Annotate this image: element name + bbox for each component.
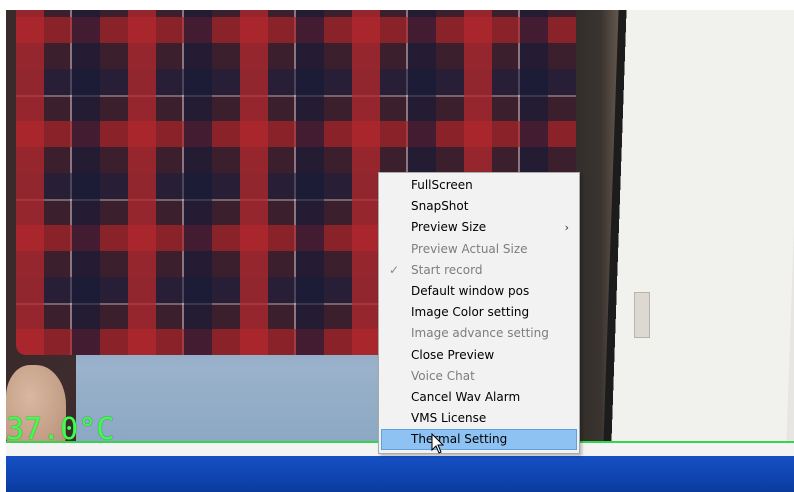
menu-item-fullscreen[interactable]: FullScreen	[379, 175, 579, 196]
taskbar[interactable]	[6, 456, 794, 492]
menu-item-vms-license[interactable]: VMS License	[379, 408, 579, 429]
menu-item-preview-size[interactable]: Preview Size ›	[379, 217, 579, 238]
mouse-pointer-icon	[431, 433, 445, 454]
menu-item-snapshot[interactable]: SnapShot	[379, 196, 579, 217]
chevron-right-icon: ›	[564, 221, 569, 235]
menu-item-preview-actual-size: Preview Actual Size	[411, 241, 528, 256]
menu-item-start-record: ✓ Start record	[379, 260, 579, 281]
menu-item-close-preview[interactable]: Close Preview	[379, 345, 579, 366]
temperature-readout: 37.0°C	[6, 412, 115, 442]
menu-item-image-color-setting[interactable]: Image Color setting	[379, 302, 579, 323]
context-menu: FullScreen SnapShot Preview Size › Previe…	[378, 172, 580, 454]
menu-item-thermal-setting[interactable]: Thermal Setting	[381, 429, 577, 451]
menu-item-image-advance-setting: Image advance setting	[411, 326, 549, 341]
light-switch	[634, 292, 650, 338]
wall	[603, 10, 794, 442]
menu-item-default-window-pos[interactable]: Default window pos	[379, 281, 579, 302]
menu-item-voice-chat: Voice Chat	[411, 368, 475, 383]
menu-item-cancel-wav-alarm[interactable]: Cancel Wav Alarm	[379, 387, 579, 408]
checkmark-icon: ✓	[389, 262, 400, 277]
